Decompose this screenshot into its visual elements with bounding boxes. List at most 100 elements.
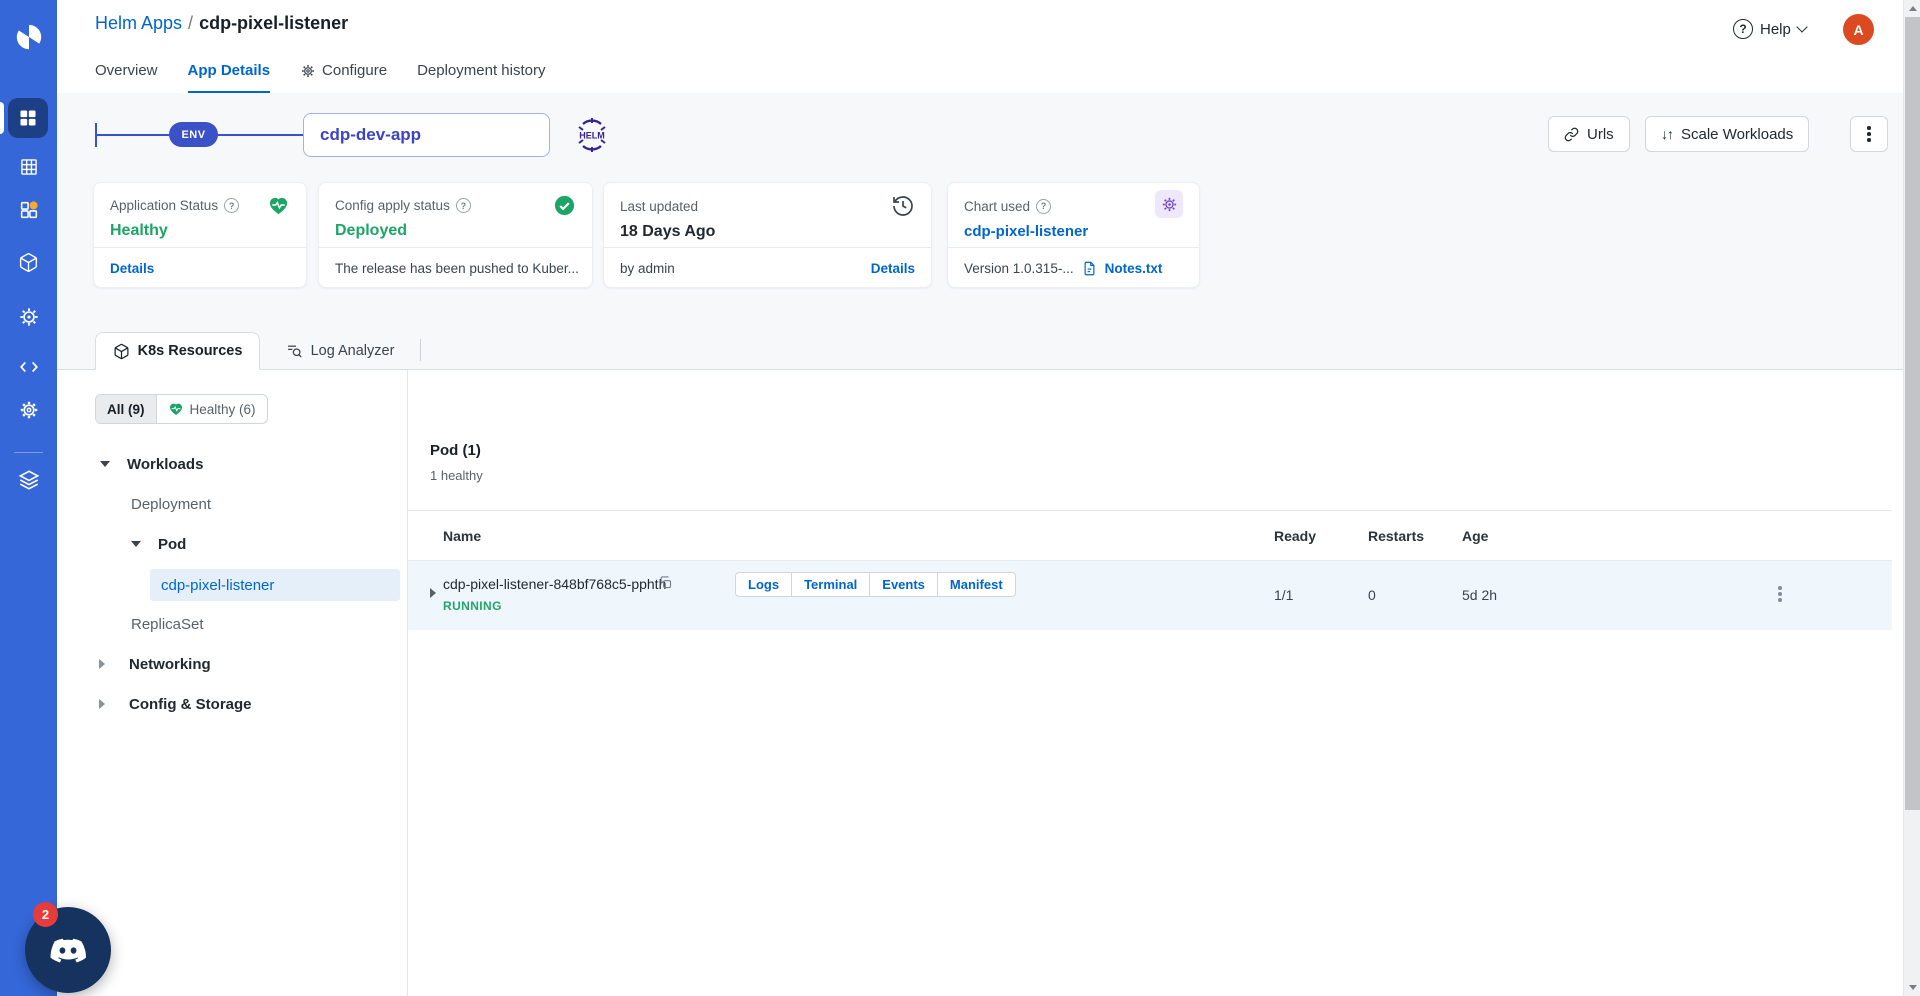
config-apply-status-value: Deployed (335, 222, 408, 239)
row-expand-caret[interactable] (430, 588, 436, 598)
caret-down-icon[interactable] (100, 461, 110, 467)
apps-grid-icon (20, 110, 36, 126)
tree-label: Networking (129, 655, 211, 673)
breadcrumb-current-app: cdp-pixel-listener (199, 13, 349, 33)
tab-app-details-label: App Details (187, 62, 271, 79)
chart-gear-icon (1155, 190, 1183, 218)
card-title: Last updated (620, 198, 699, 214)
caret-right-icon[interactable] (99, 699, 105, 709)
sidebar-item-stack-manager[interactable] (0, 469, 57, 491)
vertical-scrollbar[interactable] (1903, 0, 1920, 996)
application-status-value: Healthy (110, 222, 168, 239)
sidebar-item-jobs[interactable] (0, 157, 57, 177)
filter-healthy[interactable]: Healthy (6) (157, 395, 267, 423)
question-icon[interactable]: ? (1036, 198, 1052, 214)
healthy-heart-icon (169, 403, 182, 415)
tab-separator (420, 339, 421, 361)
filter-healthy-label: Healthy (6) (189, 401, 256, 417)
column-header-age: Age (1462, 528, 1489, 544)
chart-store-icon (20, 201, 38, 219)
link-icon (1564, 127, 1579, 141)
breadcrumb-helm-apps-link[interactable]: Helm Apps (95, 13, 182, 34)
log-search-icon (287, 345, 302, 357)
pod-table-row[interactable]: cdp-pixel-listener-848bf768c5-pphth Logs… (408, 561, 1892, 630)
sidebar-item-security[interactable] (0, 306, 57, 328)
filter-all[interactable]: All (9) (96, 395, 157, 423)
status-details-link[interactable]: Details (110, 261, 154, 276)
events-button[interactable]: Events (869, 572, 938, 597)
configure-gear-icon (302, 64, 315, 77)
pod-ready: 1/1 (1274, 587, 1294, 603)
devtron-logo-icon (16, 24, 41, 50)
help-menu[interactable]: ? Help (1733, 14, 1808, 44)
breadcrumb: Helm Apps / cdp-pixel-listener (95, 13, 348, 34)
stack-manager-icon (18, 470, 39, 490)
question-icon[interactable]: ? (455, 198, 471, 213)
caret-down-icon[interactable] (131, 541, 141, 547)
tree-label: Config & Storage (129, 695, 252, 713)
page-tabs: Overview App Details Configure Deploymen… (95, 62, 545, 93)
tree-label: Deployment (131, 495, 212, 513)
caret-right-icon[interactable] (99, 659, 105, 669)
chart-used-link[interactable]: cdp-pixel-listener (964, 223, 1183, 240)
question-icon[interactable]: ? (224, 198, 240, 213)
tab-configure-label: Configure (322, 62, 388, 79)
scroll-down-icon (1908, 985, 1917, 990)
last-updated-value: 18 Days Ago (620, 223, 716, 240)
code-icon (19, 361, 38, 373)
config-apply-status-card: Config apply status ? Deployed The relea… (318, 182, 593, 288)
scale-workloads-button[interactable]: ↓↑ Scale Workloads (1645, 116, 1810, 152)
tree-item-deployment[interactable]: Deployment (57, 488, 407, 520)
tab-k8s-resources-label: K8s Resources (137, 343, 243, 359)
more-actions-button[interactable] (1850, 116, 1888, 152)
pod-status: RUNNING (443, 599, 502, 613)
kebab-icon (1867, 126, 1871, 142)
sidebar-item-api[interactable] (0, 356, 57, 378)
tree-item-workloads[interactable]: Workloads (57, 448, 407, 480)
tree-label: Workloads (127, 455, 204, 473)
pod-table-subtitle: 1 healthy (430, 468, 483, 483)
tab-log-analyzer[interactable]: Log Analyzer (270, 333, 410, 369)
k8s-resources-panel: All (9) Healthy (6) Workloads Deployment… (57, 370, 1903, 996)
tree-table-divider (407, 370, 408, 996)
pod-restarts: 0 (1368, 587, 1376, 603)
tree-item-pod[interactable]: Pod (57, 528, 407, 560)
avatar[interactable]: A (1843, 14, 1874, 45)
manifest-button[interactable]: Manifest (936, 572, 1016, 597)
scroll-down-button[interactable] (1904, 979, 1920, 996)
notes-link[interactable]: Notes.txt (1105, 261, 1163, 276)
card-title: Application Status (110, 198, 219, 213)
env-badge[interactable]: ENV (169, 122, 218, 147)
sidebar-item-resource-browser[interactable] (0, 252, 57, 273)
tree-item-config-storage[interactable]: Config & Storage (57, 688, 407, 720)
deployment-details-link[interactable]: Details (871, 261, 915, 276)
copy-icon[interactable] (658, 575, 673, 590)
row-kebab-icon[interactable] (1778, 586, 1782, 602)
devtron-logo[interactable] (0, 22, 57, 52)
tree-item-cdp-pixel-listener-selected[interactable]: cdp-pixel-listener (150, 569, 400, 601)
sidebar-item-chart-store[interactable] (0, 199, 57, 221)
tree-item-replicaset[interactable]: ReplicaSet (57, 608, 407, 640)
app-name-box[interactable]: cdp-dev-app (303, 113, 550, 157)
tab-deployment-history-label: Deployment history (417, 62, 546, 79)
sidebar-item-applications[interactable] (8, 98, 48, 138)
urls-button[interactable]: Urls (1548, 116, 1630, 152)
pod-age: 5d 2h (1462, 587, 1498, 603)
tree-item-networking[interactable]: Networking (57, 648, 407, 680)
pod-name: cdp-pixel-listener-848bf768c5-pphth (443, 576, 667, 592)
tab-log-analyzer-label: Log Analyzer (310, 343, 395, 359)
sidebar-item-global-config[interactable] (0, 399, 57, 421)
tree-label: cdp-pixel-listener (161, 576, 275, 594)
tab-deployment-history[interactable]: Deployment history (417, 62, 545, 93)
tab-configure[interactable]: Configure (300, 62, 387, 93)
scrollbar-thumb[interactable] (1905, 17, 1920, 810)
scroll-up-button[interactable] (1904, 0, 1920, 17)
tab-app-details[interactable]: App Details (187, 62, 271, 93)
tab-k8s-resources[interactable]: K8s Resources (95, 332, 260, 370)
tab-overview[interactable]: Overview (95, 62, 158, 93)
terminal-button[interactable]: Terminal (791, 572, 871, 597)
updated-by: by admin (620, 260, 675, 276)
discord-button[interactable]: 2 (25, 902, 111, 993)
scale-arrows-icon: ↓↑ (1661, 126, 1674, 142)
logs-button[interactable]: Logs (735, 572, 793, 597)
